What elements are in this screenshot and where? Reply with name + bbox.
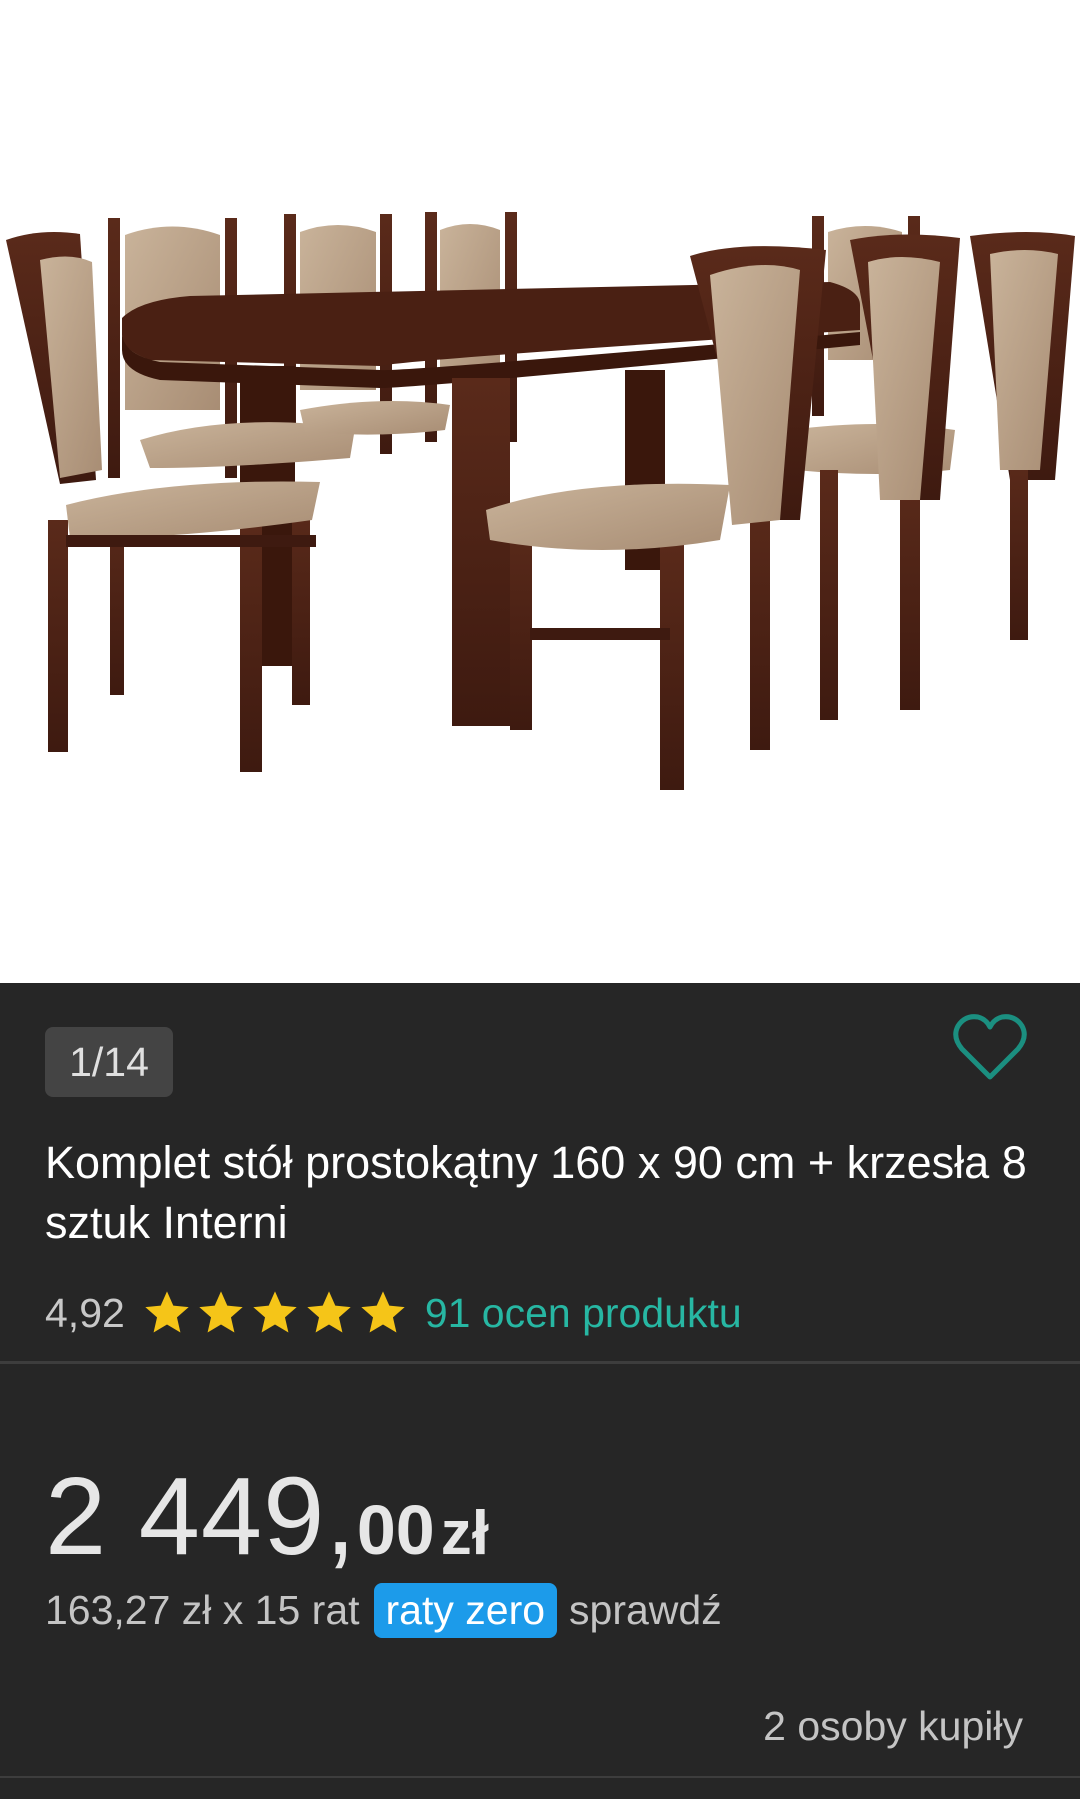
reviews-link[interactable]: 91 ocen produktu	[425, 1290, 742, 1337]
image-counter: 1/14	[45, 1027, 173, 1097]
price-currency: zł	[440, 1499, 489, 1568]
price-fraction: 00	[356, 1491, 435, 1569]
buyers-count: 2 osoby kupiły	[763, 1703, 1023, 1749]
star-icon	[253, 1291, 297, 1333]
section-divider	[0, 1361, 1080, 1364]
product-image-gallery[interactable]	[0, 0, 1080, 983]
product-image	[6, 212, 1075, 790]
rating-stars	[141, 1287, 411, 1339]
star-icon	[199, 1291, 243, 1333]
favorite-button[interactable]	[952, 1013, 1028, 1083]
check-installments-link[interactable]: sprawdź	[569, 1587, 722, 1634]
installments-text: 163,27 zł x 15 rat	[45, 1586, 360, 1633]
section-divider	[0, 1776, 1080, 1778]
price: 2 449,00zł	[45, 1453, 489, 1580]
star-icon	[145, 1291, 189, 1333]
product-info-panel: 1/14 Komplet stół prostokątny 160 x 90 c…	[0, 983, 1080, 1799]
star-icon	[361, 1291, 405, 1333]
price-main: 2 449,	[45, 1455, 357, 1578]
installments-row: 163,27 zł x 15 rat raty zero sprawdź	[45, 1578, 722, 1642]
raty-zero-badge[interactable]: raty zero	[373, 1582, 558, 1638]
rating-value: 4,92	[45, 1289, 125, 1336]
star-icon	[307, 1291, 351, 1333]
heart-outline-icon	[953, 1014, 1027, 1080]
rating-row: 4,92 91 ocen produktu	[45, 1285, 742, 1341]
product-title: Komplet stół prostokątny 160 x 90 cm + k…	[45, 1137, 1027, 1248]
